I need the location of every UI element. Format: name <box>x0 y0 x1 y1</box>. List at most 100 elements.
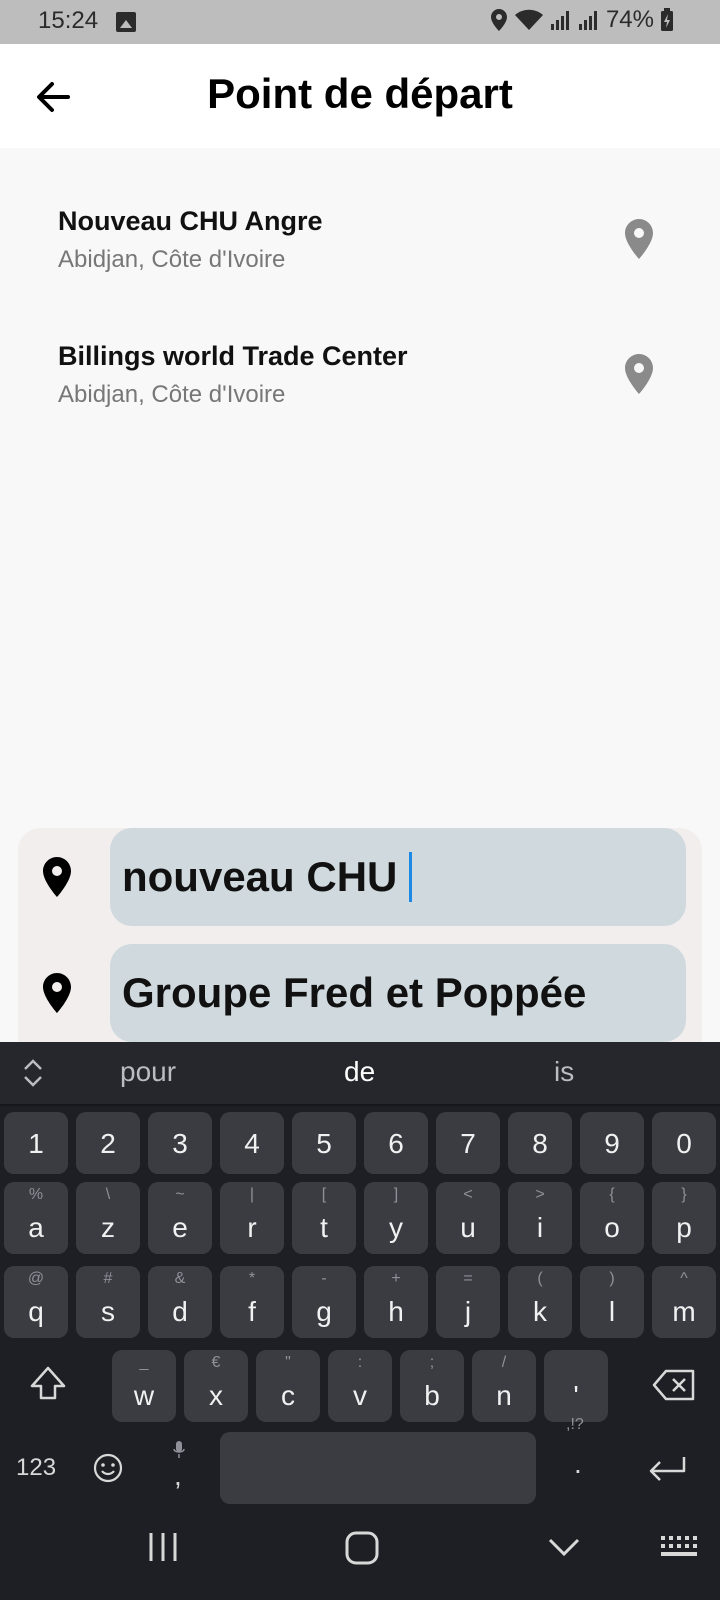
keyboard-key[interactable]: ^ m <box>652 1266 716 1338</box>
keyboard-key[interactable]: 8 <box>508 1112 572 1174</box>
keyboard-key[interactable]: -g <box>292 1266 356 1338</box>
key-label: 9 <box>604 1128 620 1159</box>
shift-icon[interactable] <box>28 1364 68 1404</box>
keyboard-key[interactable]: / n <box>472 1350 536 1422</box>
key-label: 3 <box>172 1128 188 1159</box>
keyboard-key[interactable]: < u <box>436 1182 500 1254</box>
key-label: 2 <box>100 1128 116 1159</box>
recent-apps-icon[interactable] <box>146 1530 180 1564</box>
keyboard-key[interactable]: € x <box>184 1350 248 1422</box>
suggestion-2[interactable]: de <box>344 1056 375 1088</box>
keyboard-key[interactable]: + h <box>364 1266 428 1338</box>
emoji-icon[interactable] <box>92 1452 124 1484</box>
keyboard-key[interactable]: % a <box>4 1182 68 1254</box>
keyboard-switch-icon[interactable] <box>660 1534 700 1560</box>
map-pin-icon <box>625 354 653 394</box>
key-label: q <box>28 1296 44 1327</box>
key-alt-label: / <box>501 1354 507 1371</box>
key-alt-label: < <box>463 1186 473 1203</box>
keyboard-key[interactable]: * f <box>220 1266 284 1338</box>
wifi-icon <box>514 9 543 30</box>
hide-keyboard-icon[interactable] <box>546 1530 582 1564</box>
backspace-icon[interactable] <box>652 1368 696 1402</box>
keyboard-key[interactable]: | r <box>220 1182 284 1254</box>
key-label: t <box>320 1212 328 1243</box>
key-alt-label: } <box>681 1186 687 1203</box>
key-alt-label: > <box>535 1186 545 1203</box>
enter-icon[interactable] <box>646 1454 688 1486</box>
destination-pin-icon <box>43 973 71 1013</box>
comma-key[interactable]: , <box>174 1460 182 1492</box>
key-label: 8 <box>532 1128 548 1159</box>
battery-charging-icon <box>661 8 673 31</box>
key-label: d <box>172 1296 188 1327</box>
keyboard-key[interactable]: ] y <box>364 1182 428 1254</box>
keyboard-key[interactable]: 3 <box>148 1112 212 1174</box>
keyboard-key[interactable]: _ w <box>112 1350 176 1422</box>
key-alt-label: " <box>285 1354 291 1371</box>
location-status-icon <box>490 9 507 31</box>
key-label: 4 <box>244 1128 260 1159</box>
keyboard-key[interactable]: 6 <box>364 1112 428 1174</box>
signal-icon-1 <box>550 11 569 30</box>
start-row: nouveau CHU <box>18 828 702 926</box>
keyboard-key[interactable]: = j <box>436 1266 500 1338</box>
place-location: Abidjan, Côte d'Ivoire <box>58 246 286 273</box>
key-label: f <box>248 1296 256 1327</box>
suggestion-3[interactable]: is <box>554 1056 574 1088</box>
start-input[interactable]: nouveau CHU <box>110 828 686 926</box>
key-alt-label: - <box>321 1270 327 1287</box>
key-alt-label: # <box>103 1270 113 1287</box>
keyboard-key[interactable]: [t <box>292 1182 356 1254</box>
keyboard-key[interactable]: 1 <box>4 1112 68 1174</box>
keyboard-key[interactable]: " c <box>256 1350 320 1422</box>
list-item[interactable]: Billings world Trade Center Abidjan, Côt… <box>0 329 720 449</box>
space-bar[interactable] <box>220 1432 536 1504</box>
keyboard-key[interactable]: 4 <box>220 1112 284 1174</box>
place-name: Nouveau CHU Angre <box>58 206 323 236</box>
keyboard-key[interactable]: 5 <box>292 1112 356 1174</box>
keyboard-key[interactable]: 7 <box>436 1112 500 1174</box>
signal-icon-2 <box>578 11 597 30</box>
key-label: v <box>353 1380 367 1411</box>
key-alt-label: \ <box>105 1186 111 1203</box>
keyboard-key[interactable]: \ z <box>76 1182 140 1254</box>
key-label: z <box>101 1212 115 1243</box>
keyboard-key[interactable]: ~ e <box>148 1182 212 1254</box>
keyboard-key[interactable]: & d <box>148 1266 212 1338</box>
keyboard-key[interactable]: :v <box>328 1350 392 1422</box>
key-alt-label: ; <box>429 1354 435 1371</box>
key-label: p <box>676 1212 692 1243</box>
keyboard-key[interactable]: {o <box>580 1182 644 1254</box>
key-label: j <box>464 1296 472 1327</box>
list-item[interactable]: Nouveau CHU Angre Abidjan, Côte d'Ivoire <box>0 194 720 314</box>
key-label: a <box>28 1212 44 1243</box>
keyboard-key[interactable]: (k <box>508 1266 572 1338</box>
keyboard-key[interactable]: > i <box>508 1182 572 1254</box>
key-label: y <box>389 1212 403 1243</box>
keyboard-key[interactable]: @ q <box>4 1266 68 1338</box>
expand-toolbar-icon[interactable] <box>20 1056 46 1090</box>
key-label: m <box>672 1296 696 1327</box>
suggestion-1[interactable]: pour <box>120 1056 176 1088</box>
page-title: Point de départ <box>207 70 513 117</box>
symbols-key[interactable]: 123 <box>16 1454 56 1482</box>
destination-input[interactable]: Groupe Fred et Poppée <box>110 944 686 1042</box>
keyboard-key[interactable]: 2 <box>76 1112 140 1174</box>
keyboard-key[interactable]: # s <box>76 1266 140 1338</box>
keyboard-key[interactable]: ; b <box>400 1350 464 1422</box>
keyboard-key[interactable]: } p <box>652 1182 716 1254</box>
keyboard-key[interactable]: 9 <box>580 1112 644 1174</box>
period-key[interactable]: . <box>574 1448 582 1480</box>
key-alt-label: € <box>211 1354 221 1371</box>
destination-row: Groupe Fred et Poppée <box>18 944 702 1042</box>
suggestion-bar: pour de is <box>0 1042 720 1106</box>
place-name: Billings world Trade Center <box>58 341 408 371</box>
key-alt-label: | <box>249 1186 255 1203</box>
key-alt-label: ( <box>537 1270 543 1287</box>
home-icon[interactable] <box>344 1530 380 1566</box>
keyboard-key[interactable]: 0 <box>652 1112 716 1174</box>
keyboard-key[interactable]: ' <box>544 1350 608 1422</box>
key-label: o <box>604 1212 620 1243</box>
keyboard-key[interactable]: ) l <box>580 1266 644 1338</box>
